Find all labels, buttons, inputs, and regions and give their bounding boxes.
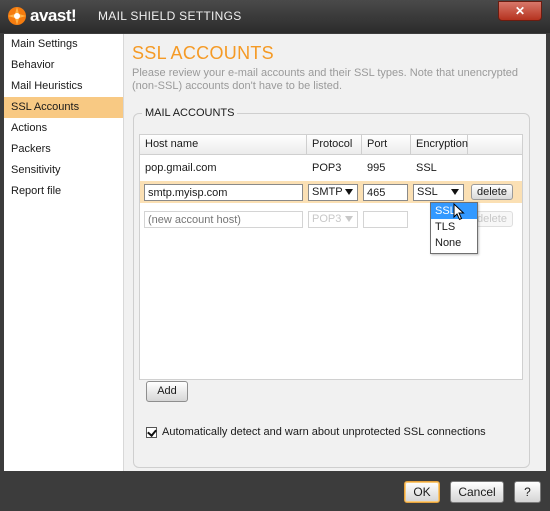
new-protocol-select[interactable]: POP3 bbox=[308, 211, 358, 228]
column-header-encryption[interactable]: Encryption bbox=[411, 135, 468, 154]
encryption-select-value: SSL bbox=[417, 186, 438, 198]
chevron-down-icon bbox=[451, 189, 459, 195]
avast-logo: avast! bbox=[6, 4, 77, 28]
mail-shield-settings-window: avast! MAIL SHIELD SETTINGS ✕ Main Setti… bbox=[0, 0, 550, 511]
mail-accounts-group: MAIL ACCOUNTS Host name Protocol Port En… bbox=[133, 107, 530, 468]
encryption-select[interactable]: SSL bbox=[413, 184, 464, 201]
page-description: Please review your e-mail accounts and t… bbox=[132, 67, 519, 92]
auto-detect-option[interactable]: Automatically detect and warn about unpr… bbox=[146, 425, 486, 439]
column-header-port[interactable]: Port bbox=[362, 135, 411, 154]
sidebar-item-ssl-accounts[interactable]: SSL Accounts bbox=[4, 97, 123, 118]
auto-detect-label: Automatically detect and warn about unpr… bbox=[162, 426, 486, 438]
window-title: MAIL SHIELD SETTINGS bbox=[98, 9, 242, 23]
title-bar[interactable]: avast! MAIL SHIELD SETTINGS ✕ bbox=[0, 0, 550, 33]
dropdown-option-none[interactable]: None bbox=[431, 235, 477, 251]
protocol-select[interactable]: SMTP bbox=[308, 184, 358, 201]
main-content: SSL ACCOUNTS Please review your e-mail a… bbox=[124, 34, 546, 471]
port-input[interactable] bbox=[363, 184, 408, 201]
new-port-input[interactable] bbox=[363, 211, 408, 228]
close-icon: ✕ bbox=[514, 4, 526, 18]
sidebar-item-behavior[interactable]: Behavior bbox=[4, 55, 123, 76]
sidebar-item-packers[interactable]: Packers bbox=[4, 139, 123, 160]
sidebar: Main Settings Behavior Mail Heuristics S… bbox=[4, 34, 124, 471]
chevron-down-icon bbox=[345, 189, 353, 195]
host-input[interactable] bbox=[144, 184, 303, 201]
logo-text: avast! bbox=[30, 6, 77, 25]
delete-button[interactable]: delete bbox=[471, 184, 513, 200]
group-label: MAIL ACCOUNTS bbox=[142, 107, 238, 119]
chevron-down-icon bbox=[345, 216, 353, 222]
close-button[interactable]: ✕ bbox=[498, 1, 542, 21]
dialog-footer: OK Cancel ? bbox=[0, 471, 550, 511]
help-button[interactable]: ? bbox=[514, 481, 541, 503]
table-row[interactable]: pop.gmail.com POP3 995 SSL bbox=[140, 156, 522, 180]
sidebar-item-report-file[interactable]: Report file bbox=[4, 181, 123, 202]
port-cell: 995 bbox=[367, 162, 386, 174]
add-button[interactable]: Add bbox=[146, 381, 188, 402]
accounts-table: Host name Protocol Port Encryption pop.g… bbox=[139, 134, 523, 380]
sidebar-item-actions[interactable]: Actions bbox=[4, 118, 123, 139]
column-header-protocol[interactable]: Protocol bbox=[307, 135, 362, 154]
avast-logo-icon bbox=[6, 5, 28, 27]
host-cell: pop.gmail.com bbox=[145, 162, 217, 174]
client-area: Main Settings Behavior Mail Heuristics S… bbox=[4, 34, 546, 471]
protocol-select-value: SMTP bbox=[312, 186, 343, 198]
sidebar-item-mail-heuristics[interactable]: Mail Heuristics bbox=[4, 76, 123, 97]
new-host-input[interactable] bbox=[144, 211, 303, 228]
encryption-cell: SSL bbox=[416, 162, 437, 174]
sidebar-item-main-settings[interactable]: Main Settings bbox=[4, 34, 123, 55]
ok-button[interactable]: OK bbox=[404, 481, 440, 503]
sidebar-item-sensitivity[interactable]: Sensitivity bbox=[4, 160, 123, 181]
new-protocol-select-value: POP3 bbox=[312, 213, 342, 225]
auto-detect-checkbox[interactable] bbox=[146, 426, 157, 438]
table-row-editing: SMTP SSL delete bbox=[140, 181, 522, 203]
table-header: Host name Protocol Port Encryption bbox=[140, 135, 522, 155]
cancel-button[interactable]: Cancel bbox=[450, 481, 504, 503]
column-header-host[interactable]: Host name bbox=[140, 135, 307, 154]
protocol-cell: POP3 bbox=[312, 162, 342, 174]
mouse-pointer-icon bbox=[453, 202, 465, 224]
page-title: SSL ACCOUNTS bbox=[132, 43, 274, 63]
